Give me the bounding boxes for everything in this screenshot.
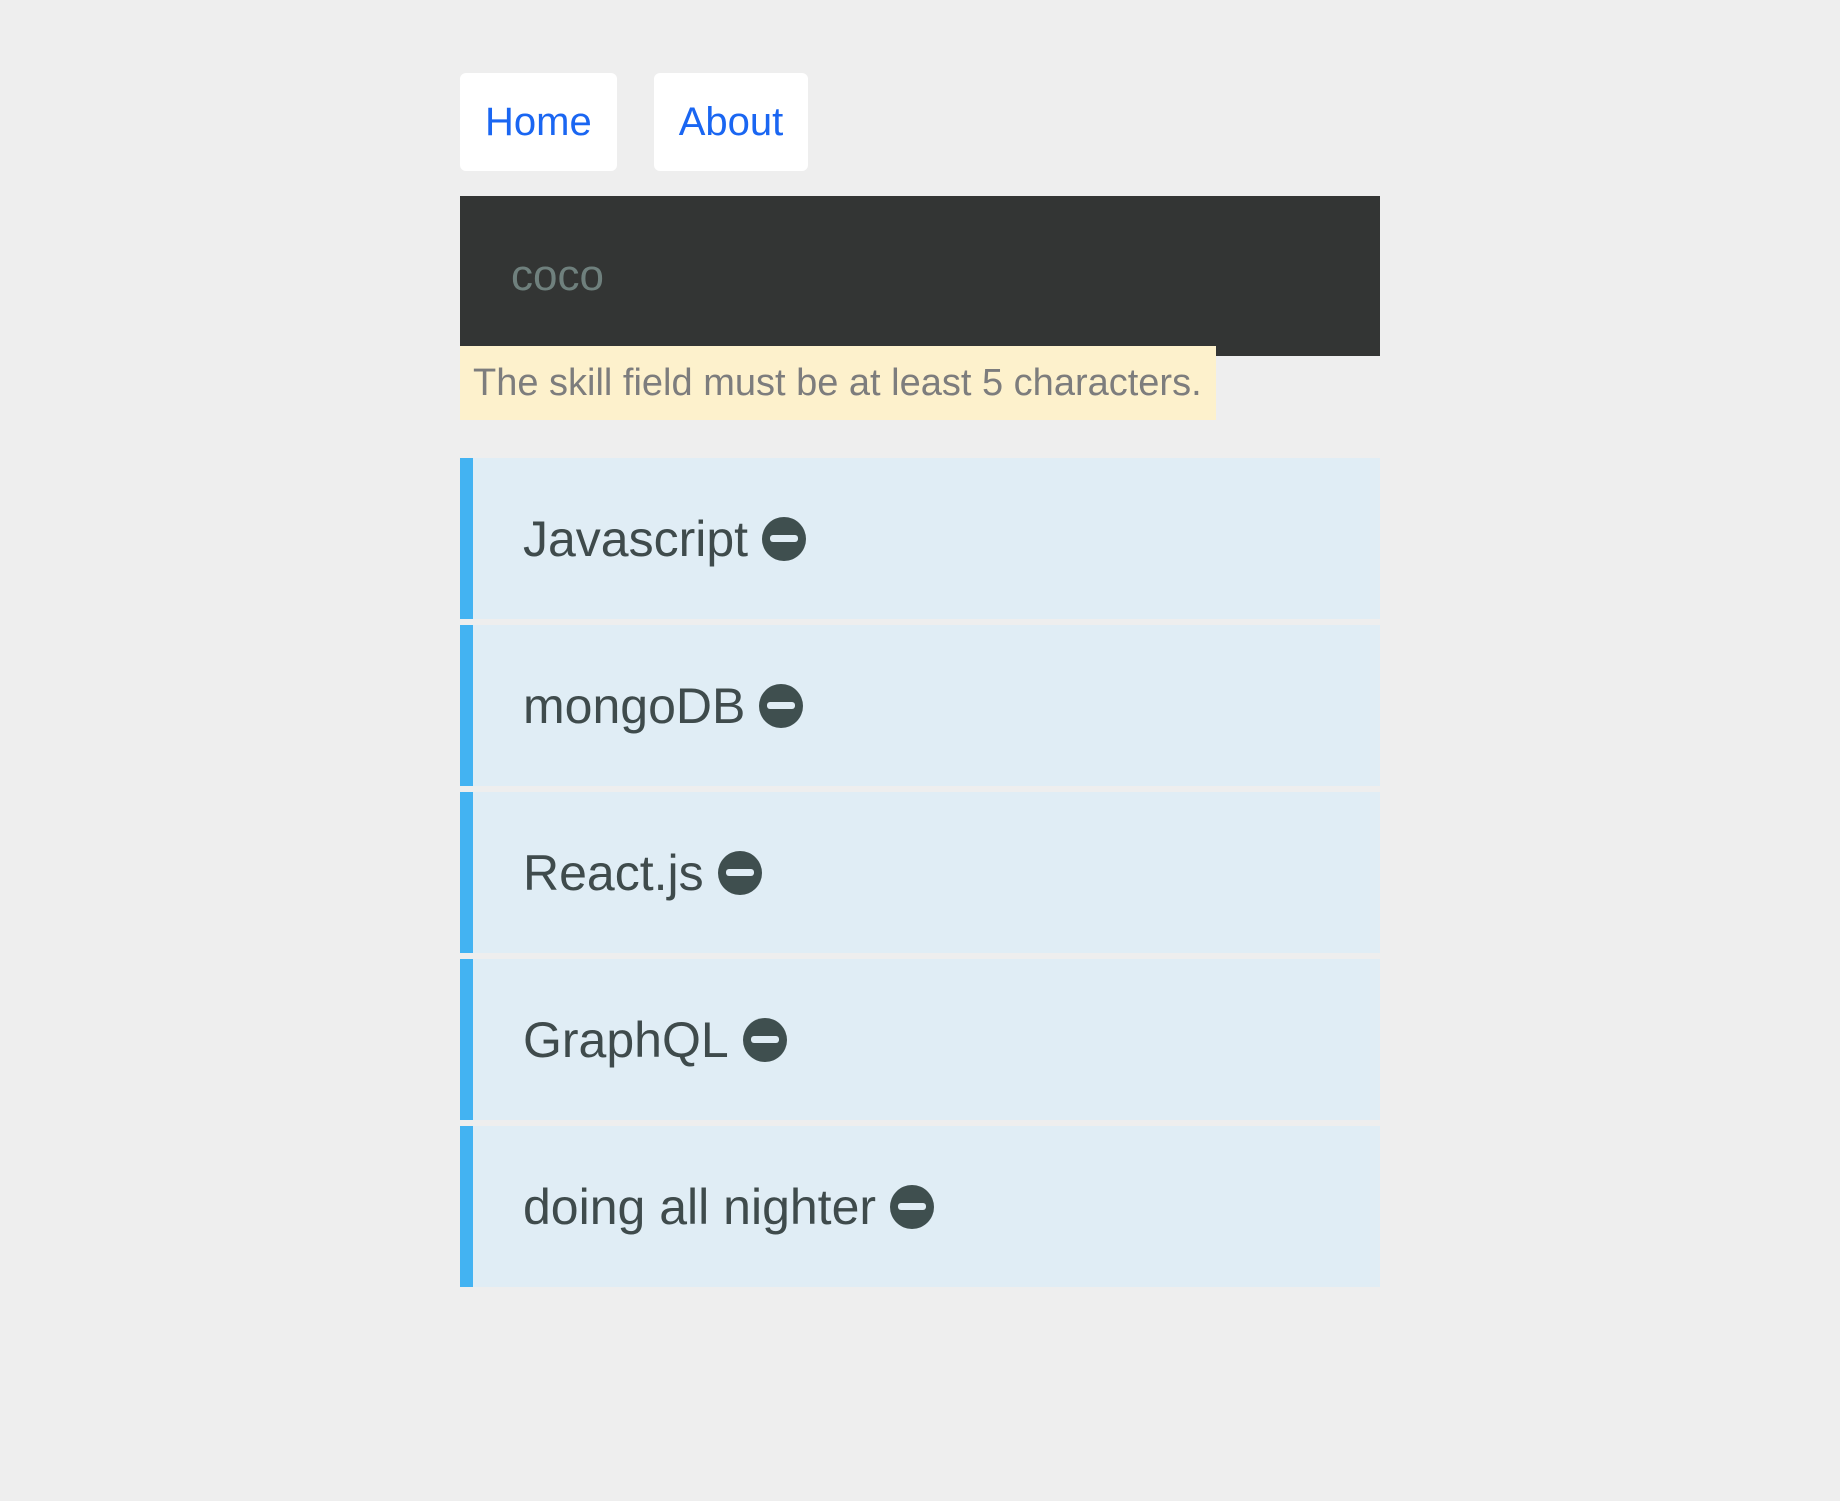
validation-error: The skill field must be at least 5 chara… bbox=[460, 346, 1216, 420]
nav-home-link[interactable]: Home bbox=[460, 73, 617, 171]
minus-circle-icon[interactable] bbox=[890, 1184, 935, 1229]
minus-circle-icon[interactable] bbox=[759, 683, 804, 728]
skills-list: Javascript mongoDB React.js GraphQL doin… bbox=[460, 458, 1380, 1287]
skill-label: Javascript bbox=[523, 510, 749, 567]
skill-item: GraphQL bbox=[460, 959, 1380, 1120]
skill-item: React.js bbox=[460, 792, 1380, 953]
skill-label: mongoDB bbox=[523, 677, 746, 734]
minus-circle-icon[interactable] bbox=[742, 1017, 787, 1062]
skill-label: doing all nighter bbox=[523, 1178, 877, 1235]
skill-form: The skill field must be at least 5 chara… bbox=[460, 196, 1380, 420]
skill-item: doing all nighter bbox=[460, 1126, 1380, 1287]
minus-circle-icon[interactable] bbox=[762, 516, 807, 561]
app-container: Home About The skill field must be at le… bbox=[460, 73, 1380, 1287]
skill-label: GraphQL bbox=[523, 1011, 729, 1068]
skill-label: React.js bbox=[523, 844, 704, 901]
nav-about-link[interactable]: About bbox=[653, 73, 809, 171]
skill-item: Javascript bbox=[460, 458, 1380, 619]
skill-item: mongoDB bbox=[460, 625, 1380, 786]
top-nav: Home About bbox=[460, 73, 1380, 171]
skill-input[interactable] bbox=[460, 196, 1380, 356]
minus-circle-icon[interactable] bbox=[717, 850, 762, 895]
